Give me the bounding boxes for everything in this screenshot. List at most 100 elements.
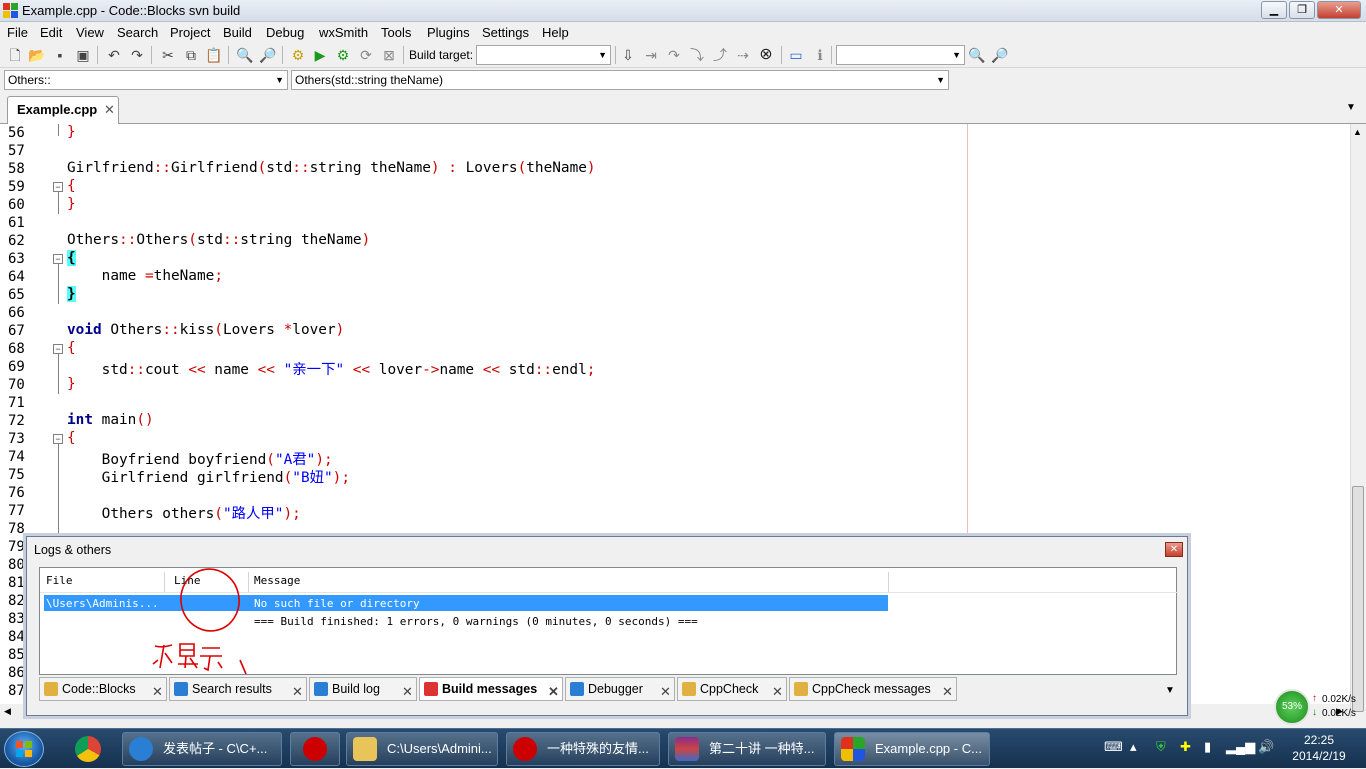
menu-help[interactable]: Help (542, 25, 569, 40)
next-line-icon[interactable]: ↷ (665, 46, 683, 64)
search-options-icon[interactable]: 🔎 (991, 46, 1009, 64)
build-target-select[interactable]: ▼ (476, 45, 611, 65)
fold-marker-icon[interactable]: − (53, 254, 63, 264)
next-instruction-icon[interactable]: ⇢ (734, 46, 752, 64)
info-icon[interactable]: ℹ (811, 46, 829, 64)
class-scope-select[interactable]: Others:: ▼ (4, 70, 288, 90)
column-header-file[interactable]: File (46, 574, 73, 587)
rebuild-icon[interactable]: ⟳ (357, 46, 375, 64)
close-logs-button[interactable]: ✕ (1165, 542, 1183, 557)
system-clock[interactable]: 22:25 2014/2/19 (1284, 732, 1354, 764)
logs-tab-build-messages[interactable]: Build messages ✕ (419, 677, 563, 701)
scroll-up-icon[interactable]: ▲ (1353, 127, 1362, 137)
close-tab-icon[interactable]: ✕ (104, 102, 115, 118)
menu-settings[interactable]: Settings (482, 25, 529, 40)
taskbar-item-explorer[interactable]: C:\Users\Admini... (346, 732, 498, 766)
code-line[interactable]: } (67, 376, 76, 392)
start-button[interactable] (4, 731, 44, 767)
menu-tools[interactable]: Tools (381, 25, 411, 40)
cut-icon[interactable]: ✂ (159, 46, 177, 64)
paste-icon[interactable]: 📋 (205, 46, 223, 64)
addon-icon[interactable]: ✚ (1180, 739, 1191, 755)
tray-expand-icon[interactable]: ▴ (1130, 739, 1137, 755)
menu-search[interactable]: Search (117, 25, 158, 40)
logs-tab-cppcheck[interactable]: CppCheck ✕ (677, 677, 787, 701)
stop-debugger-icon[interactable]: ⊗ (757, 46, 775, 64)
volume-icon[interactable]: 🔊 (1258, 739, 1274, 755)
step-out-icon[interactable]: ⤴ (711, 46, 729, 64)
code-line[interactable]: } (67, 286, 76, 302)
run-icon[interactable]: ▶ (311, 46, 329, 64)
logs-tab-search-results[interactable]: Search results ✕ (169, 677, 307, 701)
code-line[interactable]: { (67, 250, 76, 266)
taskbar-pinned-chrome-icon[interactable] (62, 732, 112, 766)
close-tab-icon[interactable]: ✕ (152, 681, 163, 703)
function-scope-select[interactable]: Others(std::string theName) ▼ (291, 70, 949, 90)
code-line[interactable]: } (67, 124, 76, 140)
security-shield-icon[interactable]: ⛨ (1156, 739, 1166, 755)
column-header-message[interactable]: Message (254, 574, 300, 587)
editor-scroll-thumb[interactable] (1352, 486, 1364, 712)
code-line[interactable]: { (67, 430, 76, 446)
save-all-icon[interactable]: ▣ (74, 46, 92, 64)
build-messages-list[interactable]: File Line Message \Users\Adminis... No s… (39, 567, 1178, 675)
code-line[interactable]: std::cout << name << "亲一下" << lover->nam… (67, 358, 596, 379)
debug-start-icon[interactable]: ⇩ (619, 46, 637, 64)
search-go-icon[interactable]: 🔍 (968, 46, 986, 64)
undo-icon[interactable]: ↶ (105, 46, 123, 64)
taskbar-item-video[interactable]: 一种特殊的友情... (506, 732, 660, 766)
taskbar-item-codeblocks[interactable]: Example.cpp - C... (834, 732, 990, 766)
logs-tab-debugger[interactable]: Debugger ✕ (565, 677, 675, 701)
code-line[interactable]: void Others::kiss(Lovers *lover) (67, 322, 344, 338)
taskbar-pinned-player-icon[interactable] (290, 732, 340, 766)
fold-marker-icon[interactable]: − (53, 434, 63, 444)
close-tab-icon[interactable]: ✕ (660, 681, 671, 703)
code-line[interactable]: { (67, 178, 76, 194)
menu-edit[interactable]: Edit (40, 25, 62, 40)
menu-build[interactable]: Build (223, 25, 252, 40)
abort-icon[interactable]: ⊠ (380, 46, 398, 64)
code-line[interactable]: int main() (67, 412, 154, 428)
minimize-button[interactable]: ▁ (1261, 1, 1287, 19)
open-file-icon[interactable]: 📂 (28, 46, 46, 64)
menu-project[interactable]: Project (170, 25, 210, 40)
find-icon[interactable]: 🔍 (236, 46, 254, 64)
keyboard-icon[interactable]: ⌨ (1104, 739, 1123, 755)
tab-list-chevron-icon[interactable]: ▼ (1346, 102, 1356, 113)
code-line[interactable]: } (67, 196, 76, 212)
new-file-icon[interactable]: 🗋 (6, 46, 24, 64)
debug-windows-icon[interactable]: ▭ (787, 46, 805, 64)
menu-file[interactable]: File (7, 25, 28, 40)
code-search-select[interactable]: ▼ (836, 45, 965, 65)
copy-icon[interactable]: ⧉ (182, 46, 200, 64)
code-line[interactable]: Girlfriend::Girlfriend(std::string theNa… (67, 160, 596, 176)
network-signal-icon[interactable]: ▂▄▆ (1226, 739, 1255, 755)
redo-icon[interactable]: ↷ (128, 46, 146, 64)
logs-tab-list-chevron-icon[interactable]: ▼ (1165, 685, 1175, 696)
taskbar-item-archive[interactable]: 第二十讲 一种特... (668, 732, 826, 766)
build-gear-icon[interactable]: ⚙ (289, 46, 307, 64)
logs-tab-cppcheck-messages[interactable]: CppCheck messages ✕ (789, 677, 957, 701)
device-icon[interactable]: ▮ (1204, 739, 1211, 755)
close-tab-icon[interactable]: ✕ (772, 681, 783, 703)
menu-plugins[interactable]: Plugins (427, 25, 470, 40)
close-window-button[interactable]: ✕ (1317, 1, 1361, 19)
menu-view[interactable]: View (76, 25, 104, 40)
code-line[interactable]: name =theName; (67, 268, 223, 284)
logs-tab-code-blocks[interactable]: Code::Blocks ✕ (39, 677, 167, 701)
network-speed-widget[interactable]: 53% ↑ 0.02K/s ↓ 0.02K/s (1274, 689, 1360, 725)
run-to-cursor-icon[interactable]: ⇥ (642, 46, 660, 64)
menu-debug[interactable]: Debug (266, 25, 304, 40)
replace-icon[interactable]: 🔎 (259, 46, 277, 64)
step-into-icon[interactable]: ⤵ (688, 46, 706, 64)
save-icon[interactable]: ▪ (51, 46, 69, 64)
menu-wxsmith[interactable]: wxSmith (319, 25, 368, 40)
logs-tab-build-log[interactable]: Build log ✕ (309, 677, 417, 701)
scroll-left-icon[interactable]: ◀ (4, 706, 11, 717)
code-line[interactable]: Others others("路人甲"); (67, 502, 301, 523)
close-tab-icon[interactable]: ✕ (402, 681, 413, 703)
fold-marker-icon[interactable]: − (53, 344, 63, 354)
close-tab-icon[interactable]: ✕ (292, 681, 303, 703)
taskbar-item-post[interactable]: 发表帖子 - C\C+... (122, 732, 282, 766)
close-tab-icon[interactable]: ✕ (942, 681, 953, 703)
